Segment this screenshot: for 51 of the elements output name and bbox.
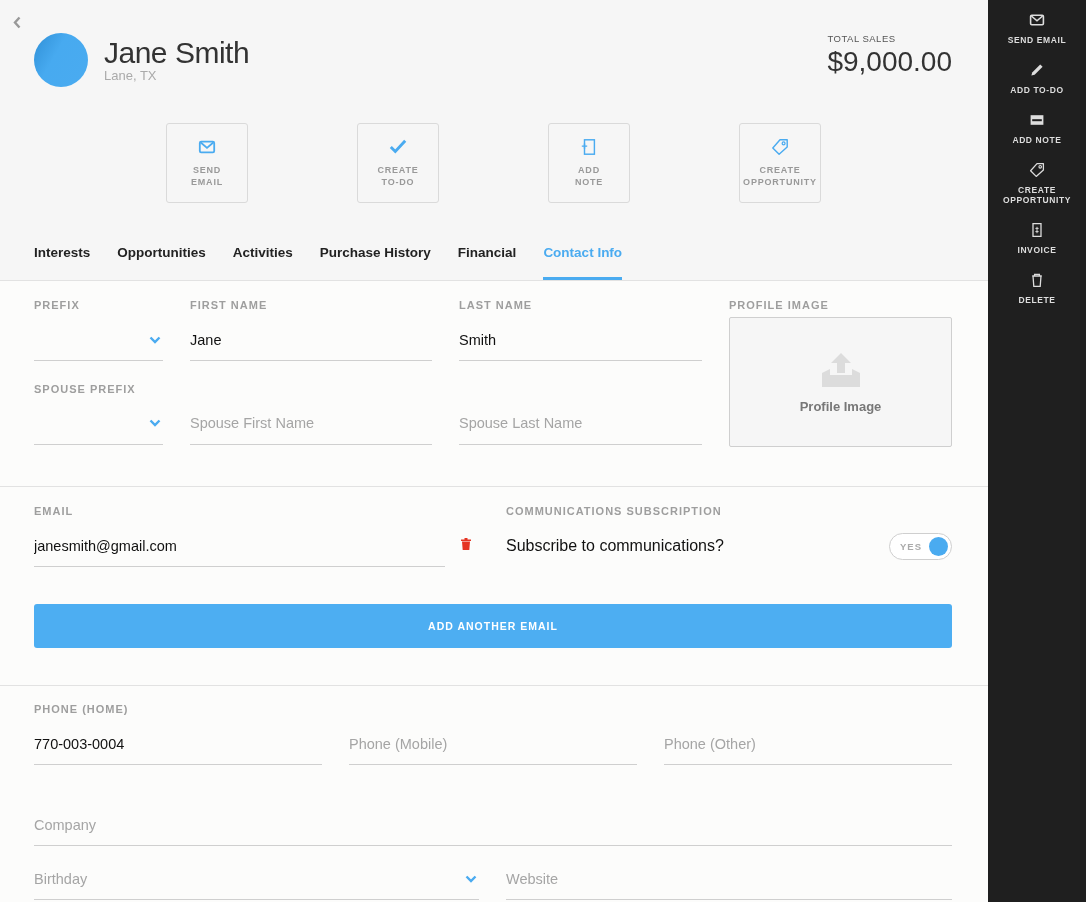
sidebar-item[interactable]: INVOICE: [988, 222, 1086, 272]
input-field[interactable]: Spouse First Name: [190, 402, 432, 445]
card-icon: [1029, 112, 1045, 128]
input-field[interactable]: Phone (Mobile): [349, 723, 637, 765]
tag-icon: [1029, 162, 1045, 178]
avatar: [34, 33, 88, 87]
field-label: FIRST NAME: [190, 299, 269, 311]
input-field[interactable]: Phone (Other): [664, 723, 952, 765]
input-field[interactable]: Spouse Last Name: [459, 402, 702, 445]
tag-icon: [771, 138, 789, 156]
sidebar-item[interactable]: CREATE OPPORTUNITY: [988, 162, 1086, 222]
trash-icon[interactable]: [460, 538, 471, 550]
contact-location: Lane, TX: [104, 69, 158, 83]
input-field[interactable]: Website: [506, 858, 952, 900]
field-label: LAST NAME: [459, 299, 534, 311]
sidebar-item[interactable]: ADD TO-DO: [988, 62, 1086, 112]
envelope-icon: [1029, 12, 1045, 28]
field-label: EMAIL: [34, 505, 75, 517]
sidebar-item[interactable]: SEND EMAIL: [988, 12, 1086, 62]
checkmark-icon: [389, 138, 407, 156]
note-icon: [580, 138, 598, 156]
upload-icon: [819, 350, 862, 389]
total-sales-label: TOTAL SALES: [827, 33, 896, 44]
email-field[interactable]: janesmith@gmail.com: [34, 525, 445, 567]
chevron-down-icon: [149, 335, 161, 344]
tab[interactable]: Purchase History: [319, 231, 431, 280]
chevron-down-icon: [465, 874, 477, 883]
pencil-icon: [1029, 62, 1045, 78]
input-field[interactable]: Smith: [459, 319, 702, 361]
chevron-down-icon: [149, 419, 161, 427]
tab[interactable]: Activities: [232, 231, 293, 280]
field-label: COMMUNICATIONS SUBSCRIPTION: [506, 505, 723, 517]
total-sales-amount: $9,000.00: [827, 46, 952, 78]
input-field[interactable]: Company: [34, 804, 952, 846]
input-field[interactable]: Jane: [190, 319, 432, 361]
input-field[interactable]: 770-003-0004: [34, 723, 322, 765]
trash-icon: [1029, 272, 1045, 288]
sidebar-item[interactable]: ADD NOTE: [988, 112, 1086, 162]
subscription-question: Subscribe to communications?: [506, 537, 724, 555]
envelope-icon: [198, 138, 216, 156]
field-label: PROFILE IMAGE: [729, 299, 830, 311]
field-label: PHONE (HOME): [34, 703, 130, 715]
image-upload-area[interactable]: Profile Image: [729, 317, 952, 447]
contact-name: Jane Smith: [104, 37, 250, 69]
field-label: PREFIX: [34, 299, 81, 311]
receipt-icon: [1029, 222, 1045, 238]
sidebar-item[interactable]: DELETE: [988, 272, 1086, 322]
field-label: SPOUSE PREFIX: [34, 382, 137, 395]
tab[interactable]: Interests: [34, 231, 91, 280]
tab[interactable]: Opportunities: [117, 231, 206, 280]
tab[interactable]: Financial: [457, 231, 517, 280]
